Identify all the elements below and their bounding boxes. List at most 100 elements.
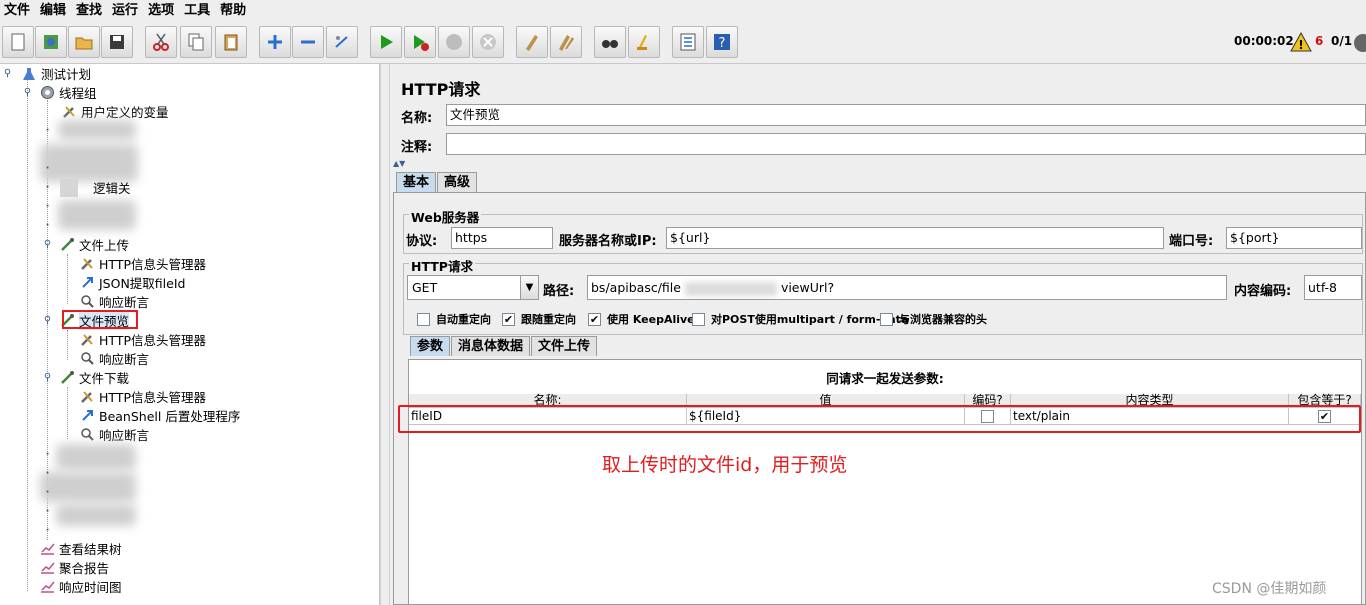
chart-icon [38,578,56,596]
follow-redirect-checkbox[interactable]: ✔ 跟随重定向 [502,311,576,327]
tree-node-header-manager[interactable]: HTTP信息头管理器 [78,330,206,349]
tree-node-label: 聚合报告 [59,561,110,576]
toggle-icon[interactable] [326,26,358,58]
menu-file[interactable]: 文件 [0,0,36,22]
name-field[interactable]: 文件预览 [446,104,1366,126]
blurred-node [58,120,136,140]
multipart-checkbox[interactable]: 对POST使用multipart / form-data [692,311,908,327]
tree-node-header-manager[interactable]: HTTP信息头管理器 [78,387,206,406]
tree-node-label: 测试计划 [41,67,92,82]
preview-expander-icon[interactable]: ⚲ [43,316,52,326]
tree-node-assertion[interactable]: 响应断言 [78,349,149,368]
arrow-icon [78,407,96,425]
thread-group-expander-icon[interactable]: ⚲ [23,88,32,98]
blurred-node [56,444,136,470]
tree-node-download[interactable]: 文件下载 [58,368,129,387]
menu-edit[interactable]: 编辑 [36,0,72,22]
blurred-node [40,144,138,182]
expand-icon[interactable] [259,26,291,58]
start-icon[interactable] [370,26,402,58]
param-tabs: 参数 消息体数据 文件上传 [410,336,598,356]
download-expander-icon[interactable]: ⚲ [43,373,52,383]
tab-files-upload[interactable]: 文件上传 [531,336,598,356]
tree-node-json-extractor[interactable]: JSON提取fileId [78,273,185,292]
copy-icon[interactable] [180,26,212,58]
auto-redirect-checkbox[interactable]: 自动重定向 [417,311,491,327]
option-label: 跟随重定向 [521,313,576,326]
keepalive-checkbox[interactable]: ✔ 使用 KeepAlive [588,311,695,327]
menu-options[interactable]: 选项 [144,0,180,22]
protocol-field[interactable]: https [451,227,553,249]
search-icon[interactable] [594,26,626,58]
tree-node-user-vars[interactable]: 用户定义的变量 [60,102,169,121]
menu-search[interactable]: 查找 [72,0,108,22]
collapse-arrows-icon[interactable]: ▲▼ [393,159,405,168]
tree-node-label: HTTP信息头管理器 [99,257,206,272]
encoding-label: 内容编码: [1234,284,1292,299]
tree-node-response-time-graph[interactable]: 响应时间图 [38,577,122,596]
menu-help[interactable]: 帮助 [216,0,252,22]
collapse-icon[interactable] [292,26,324,58]
stop-icon[interactable] [438,26,470,58]
blurred-node [58,200,136,230]
tree-node-test-plan[interactable]: 测试计划 [20,64,91,83]
tree-node-label: 响应断言 [99,352,150,367]
tree-node-aggregate-report[interactable]: 聚合报告 [38,558,109,577]
tree-node-assertion[interactable]: 响应断言 [78,292,149,311]
tree-node-label: JSON提取fileId [99,276,186,291]
tree-node-label: 逻辑关 [93,181,131,196]
magnifier-icon [78,426,96,444]
tab-advanced[interactable]: 高级 [437,172,478,192]
protocol-label: 协议: [406,234,438,249]
cut-icon[interactable] [145,26,177,58]
upload-expander-icon[interactable]: ⚲ [43,240,52,250]
clear-all-icon[interactable] [550,26,582,58]
path-label: 路径: [543,284,575,299]
save-icon[interactable] [101,26,133,58]
tree-node-upload[interactable]: 文件上传 [58,235,129,254]
tree-node-logic-controller[interactable]: 逻辑关 [60,178,131,197]
browser-headers-checkbox[interactable]: 与浏览器兼容的头 [880,311,987,327]
tree-node-label: 线程组 [59,86,97,101]
arrow-icon [78,274,96,292]
path-field[interactable]: bs/apibasc/file viewUrl? [587,275,1227,300]
menu-tools[interactable]: 工具 [180,0,216,22]
magnifier-icon [78,350,96,368]
server-field[interactable]: ${url} [666,227,1164,249]
function-helper-icon[interactable] [672,26,704,58]
clear-icon[interactable] [516,26,548,58]
gear-icon [38,84,56,102]
method-select[interactable]: GET [407,275,521,300]
tree-node-assertion[interactable]: 响应断言 [78,425,149,444]
tab-basic[interactable]: 基本 [396,172,437,192]
start-no-pause-icon[interactable] [404,26,436,58]
open-icon[interactable] [68,26,100,58]
port-field[interactable]: ${port} [1226,227,1362,249]
warning-icon[interactable]: ! [1290,31,1312,55]
tree-node-header-manager[interactable]: HTTP信息头管理器 [78,254,206,273]
encoding-field[interactable]: utf-8 [1304,275,1362,300]
path-value-start: bs/apibasc/file [591,280,681,295]
chart-icon [38,540,56,558]
tab-parameters[interactable]: 参数 [410,336,451,356]
path-value-end: viewUrl? [780,280,835,295]
comment-field[interactable] [446,133,1366,155]
templates-icon[interactable] [35,26,67,58]
split-pane-divider[interactable] [380,64,390,605]
tab-body-data[interactable]: 消息体数据 [451,336,531,356]
paste-icon[interactable] [215,26,247,58]
help-icon[interactable]: ? [706,26,738,58]
chevron-down-icon[interactable]: ▼ [520,275,539,300]
tree-node-label: 响应断言 [99,428,150,443]
new-icon[interactable] [2,26,34,58]
params-caption: 同请求一起发送参数: [826,371,944,386]
tree-node-thread-group[interactable]: 线程组 [38,83,97,102]
reset-search-icon[interactable] [628,26,660,58]
tree-node-label: BeanShell 后置处理程序 [99,409,241,424]
root-expander-icon[interactable]: ⚲ [3,69,12,79]
shutdown-icon[interactable] [472,26,504,58]
tree-node-view-results-tree[interactable]: 查看结果树 [38,539,122,558]
tree-node-beanshell[interactable]: BeanShell 后置处理程序 [78,406,240,425]
menu-run[interactable]: 运行 [108,0,144,22]
pipette-icon [58,236,76,254]
